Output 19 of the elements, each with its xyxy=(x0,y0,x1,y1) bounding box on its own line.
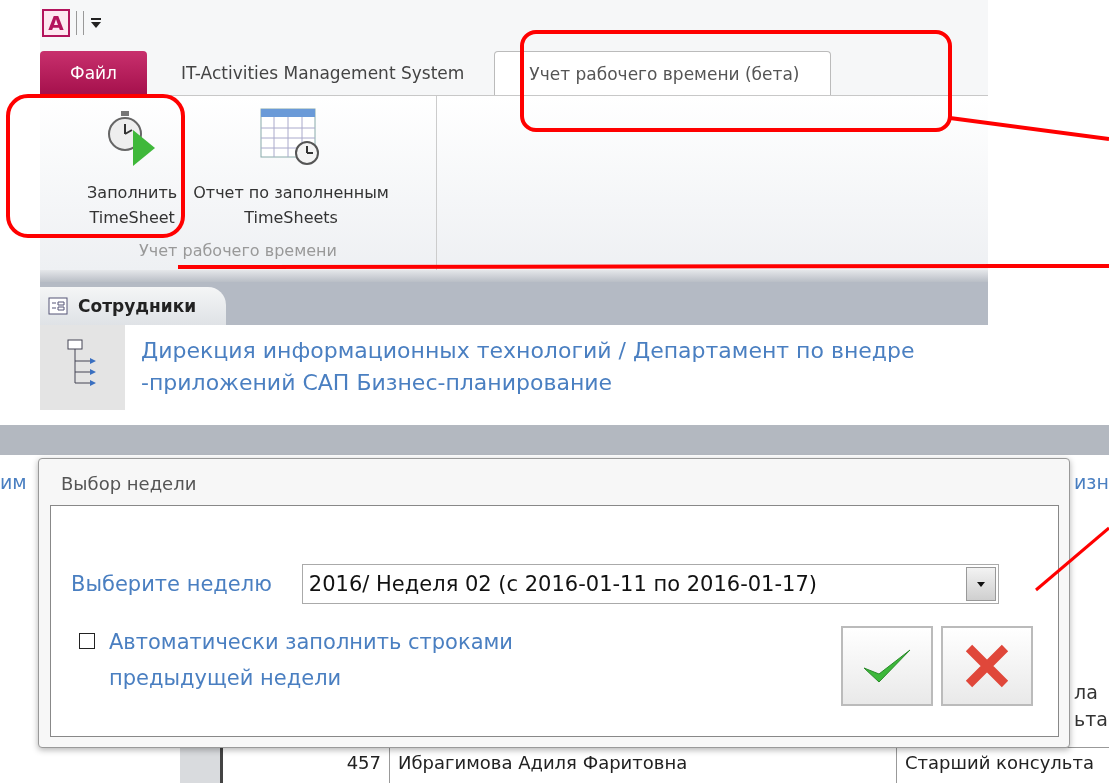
cut-off-text: ла xyxy=(1074,681,1098,703)
app-logo[interactable]: A xyxy=(42,8,70,37)
ribbon-button[interactable]: Заполнить TimeSheet xyxy=(85,108,180,241)
ribbon-tab[interactable]: Файл xyxy=(40,51,147,95)
ribbon-button[interactable]: Отчет по заполненным TimeSheets xyxy=(191,108,391,241)
dialog-title: Выбор недели xyxy=(61,473,197,494)
group-label: Учет рабочего времени xyxy=(139,241,337,262)
cut-off-text: ьта xyxy=(1074,708,1108,730)
week-dropdown[interactable]: 2016/ Неделя 02 (с 2016-01-11 по 2016-01-17) xyxy=(301,564,999,604)
document-tab-label: Сотрудники xyxy=(78,296,197,316)
ribbon-tab[interactable]: IT-Activities Management System xyxy=(147,51,495,95)
field-label: Выберите неделю xyxy=(71,572,272,596)
table-cell-text: Старший консульта xyxy=(904,751,1095,775)
cut-off-text: изн xyxy=(1074,471,1109,493)
breadcrumb-text: Дирекция информационных технологий / Департамент по внедре -приложений САП Бизнес-планирование xyxy=(140,337,915,397)
cut-off-text: им xyxy=(0,471,27,493)
document-tab[interactable]: Сотрудники xyxy=(40,287,227,325)
ribbon-tab[interactable]: Учет рабочего времени (бета) xyxy=(494,51,831,95)
checkbox-label: Автоматически заполнить строками предыдущей недели xyxy=(109,629,514,692)
